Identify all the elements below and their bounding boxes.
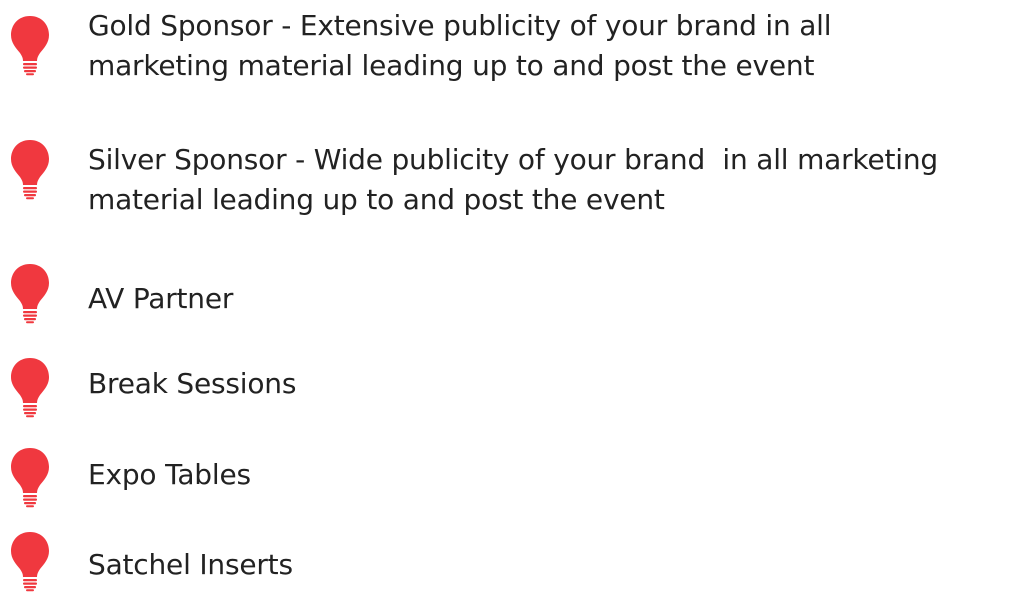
list-item-label: Silver Sponsor - Wide publicity of your … — [88, 143, 938, 216]
lightbulb-icon — [8, 262, 52, 324]
list-item-label: AV Partner — [88, 282, 234, 315]
lightbulb-icon — [8, 138, 52, 200]
list-item-label: Gold Sponsor - Extensive publicity of yo… — [88, 9, 832, 82]
list-item-label: Expo Tables — [88, 458, 251, 491]
lightbulb-icon — [8, 14, 52, 76]
lightbulb-icon — [8, 530, 52, 592]
lightbulb-icon — [8, 446, 52, 508]
list-item-label: Break Sessions — [88, 367, 297, 400]
list-item-label: Satchel Inserts — [88, 548, 293, 581]
sponsorship-options-list: Gold Sponsor - Extensive publicity of yo… — [0, 0, 1016, 592]
lightbulb-icon — [8, 356, 52, 418]
